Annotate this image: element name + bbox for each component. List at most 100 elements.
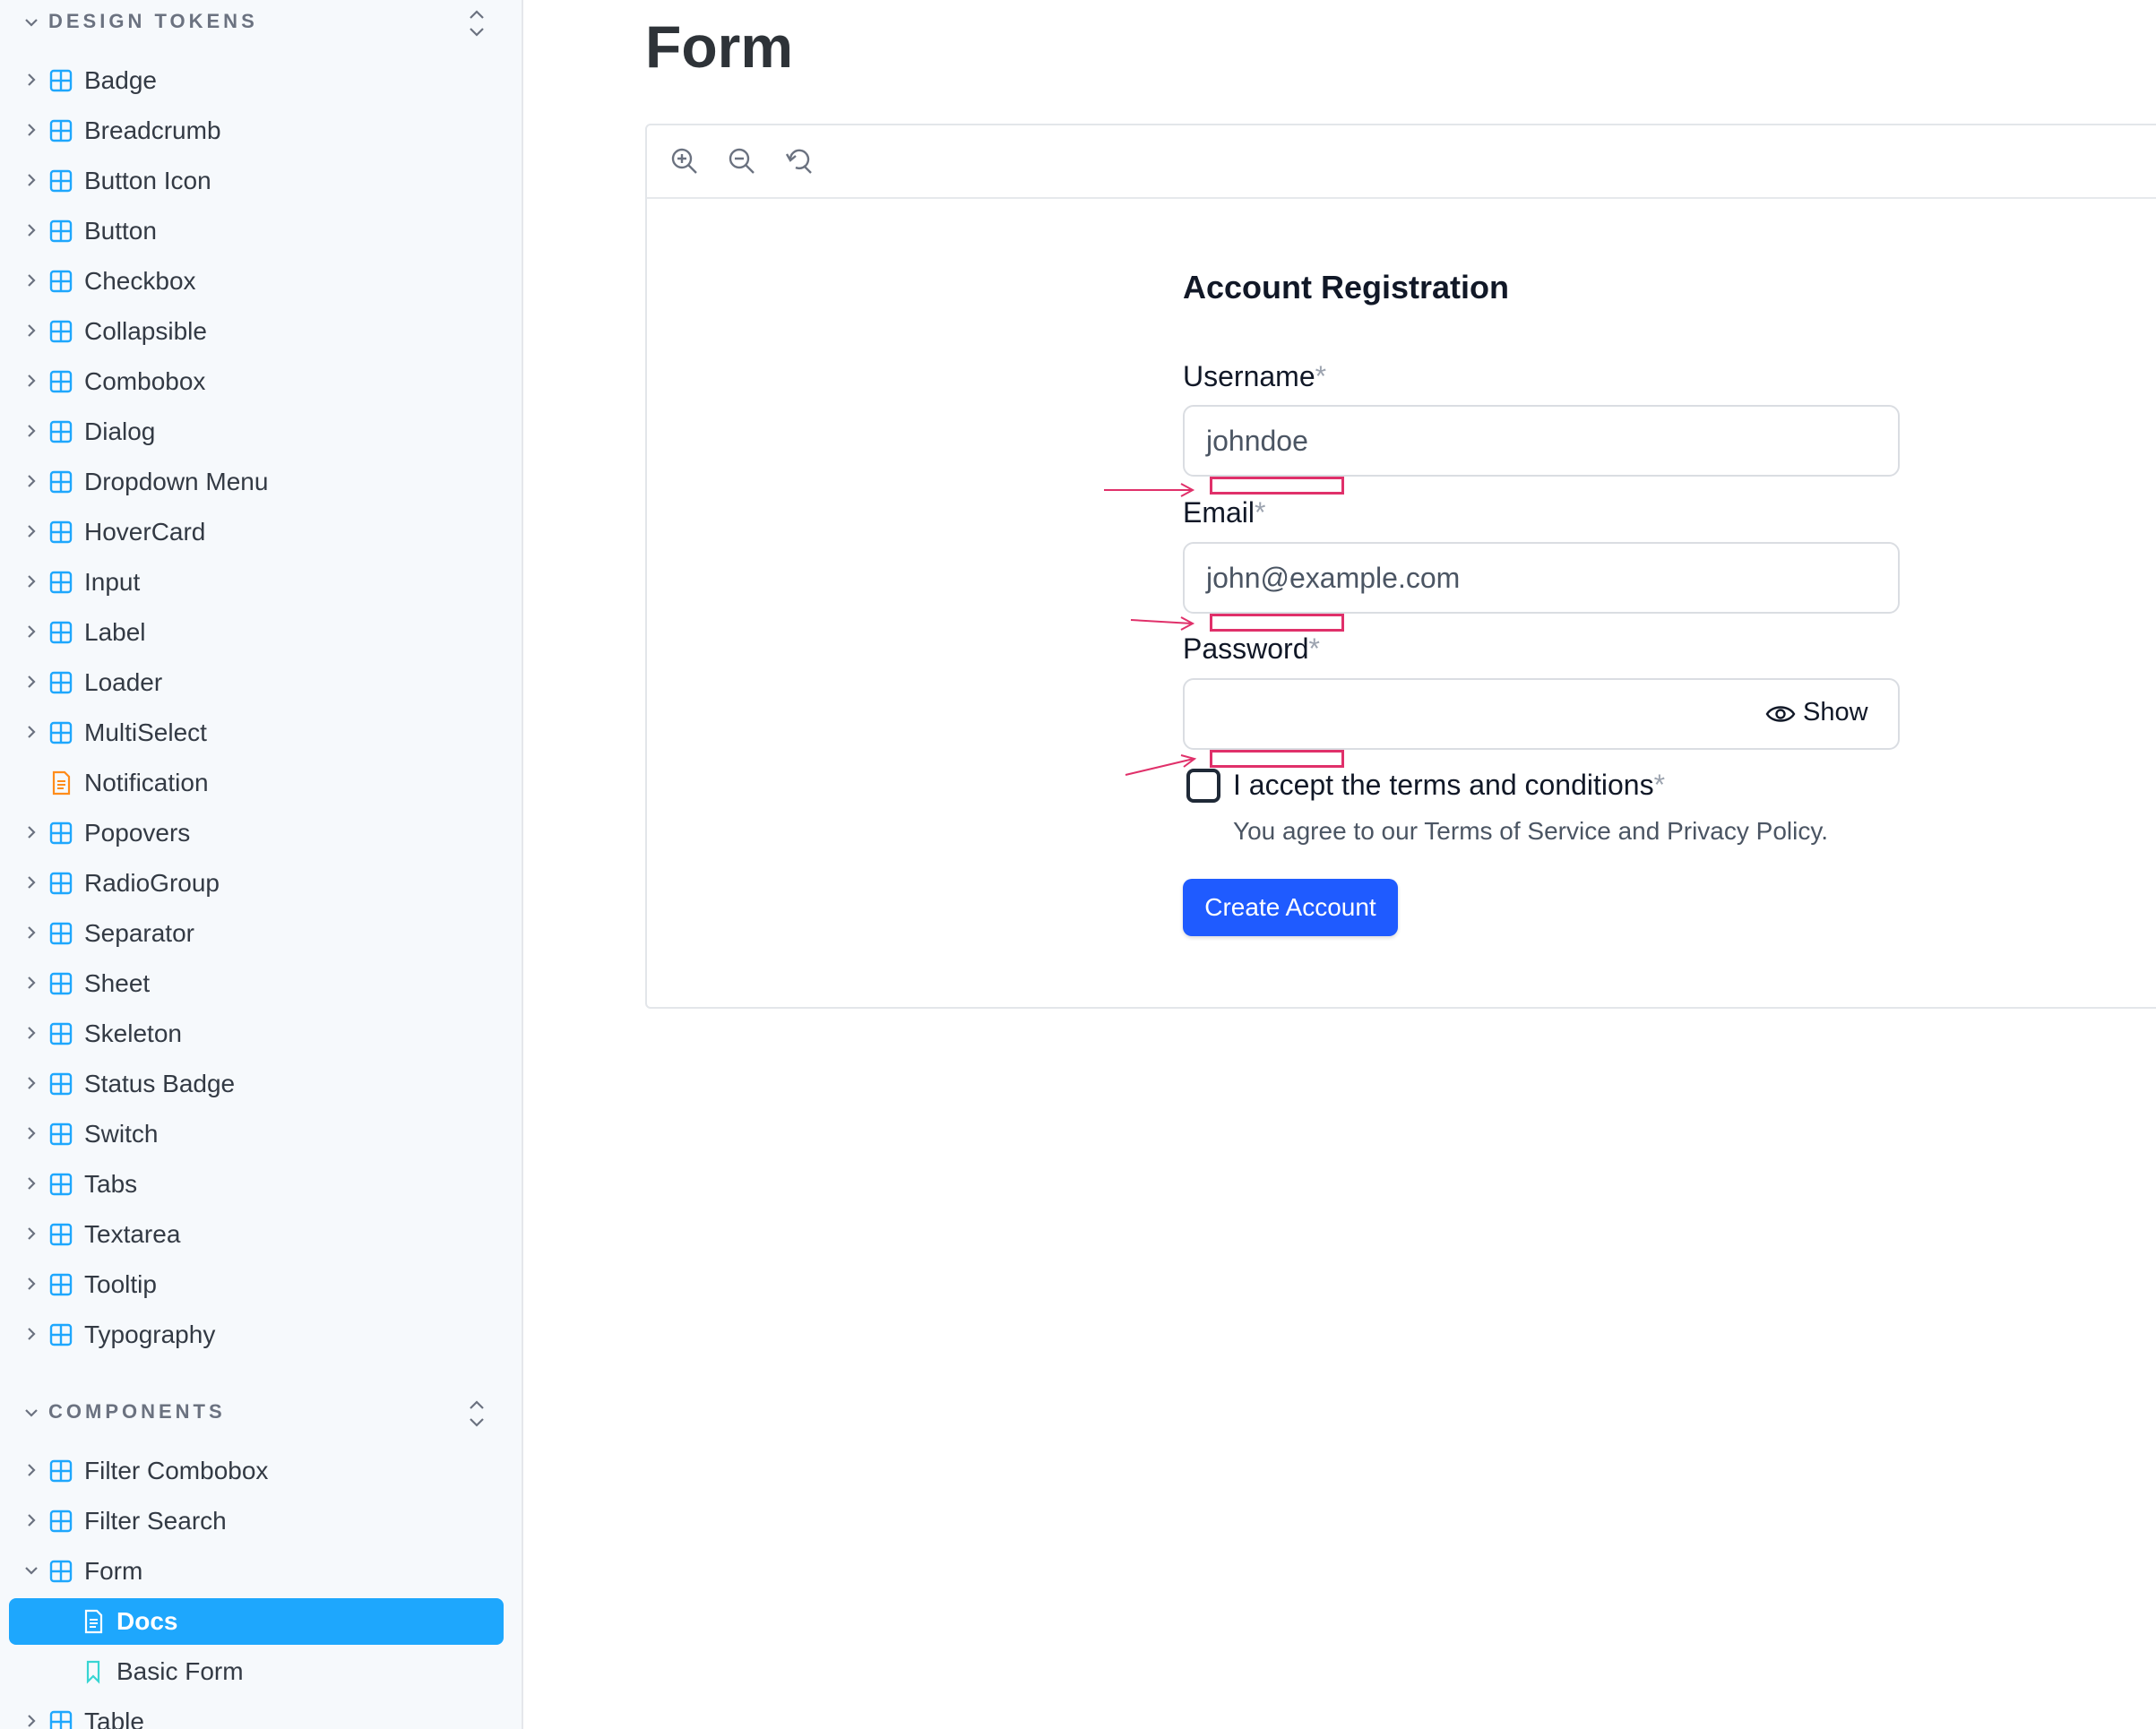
show-password-button[interactable]: Show — [1765, 698, 1873, 732]
sidebar-item-checkbox[interactable]: Checkbox — [0, 258, 522, 305]
page-title: Form — [645, 13, 793, 80]
component-icon — [49, 1123, 73, 1146]
collapse-expand-icon[interactable] — [464, 5, 489, 41]
zoom-in-icon[interactable] — [668, 145, 701, 177]
sidebar-item-sheet[interactable]: Sheet — [0, 960, 522, 1007]
sidebar-item-docs[interactable]: Docs — [9, 1598, 504, 1645]
eye-icon — [1765, 706, 1796, 722]
sidebar-item-button-icon[interactable]: Button Icon — [0, 158, 522, 204]
sidebar-item-label: Button — [84, 217, 157, 245]
required-mark: * — [1315, 360, 1327, 392]
sidebar-item-input[interactable]: Input — [0, 559, 522, 606]
sidebar-item-label: HoverCard — [84, 518, 206, 546]
sidebar-item-typography[interactable]: Typography — [0, 1312, 522, 1358]
sidebar-item-notification[interactable]: Notification — [0, 760, 522, 806]
sidebar-item-basic-form[interactable]: Basic Form — [0, 1648, 522, 1695]
component-icon — [49, 169, 73, 193]
sidebar-item-label: Separator — [84, 919, 194, 947]
collapse-expand-icon[interactable] — [464, 1396, 489, 1432]
chevron-right-icon — [28, 726, 36, 738]
sidebar-item-separator[interactable]: Separator — [0, 910, 522, 957]
chevron-right-icon — [28, 174, 36, 186]
sidebar-item-textarea[interactable]: Textarea — [0, 1211, 522, 1258]
component-icon — [49, 119, 73, 142]
username-input[interactable]: johndoe — [1183, 405, 1900, 477]
chevron-down-icon — [25, 1409, 38, 1417]
required-mark: * — [1653, 769, 1666, 801]
sidebar-item-label: Table — [84, 1707, 144, 1729]
sidebar-item-multiselect[interactable]: MultiSelect — [0, 710, 522, 756]
section-components[interactable]: COMPONENTS — [0, 1390, 522, 1437]
sidebar-item-label: Tabs — [84, 1170, 138, 1198]
sidebar-item-popovers[interactable]: Popovers — [0, 810, 522, 856]
required-mark: * — [1255, 496, 1266, 529]
create-account-button[interactable]: Create Account — [1183, 879, 1398, 936]
sidebar-item-tooltip[interactable]: Tooltip — [0, 1261, 522, 1308]
zoom-out-icon[interactable] — [726, 145, 758, 177]
email-input[interactable]: john@example.com — [1183, 542, 1900, 614]
terms-label[interactable]: I accept the terms and conditions* — [1233, 769, 1665, 802]
email-label: Email* — [1183, 496, 1266, 529]
sidebar-item-collapsible[interactable]: Collapsible — [0, 308, 522, 355]
terms-description: You agree to our Terms of Service and Pr… — [1233, 817, 1829, 845]
component-icon — [49, 320, 73, 343]
password-label: Password* — [1183, 632, 1320, 665]
sidebar-item-dropdown-menu[interactable]: Dropdown Menu — [0, 459, 522, 505]
sidebar-item-status-badge[interactable]: Status Badge — [0, 1061, 522, 1107]
component-icon — [49, 922, 73, 945]
sidebar-item-loader[interactable]: Loader — [0, 659, 522, 706]
chevron-right-icon — [28, 1277, 36, 1290]
chevron-down-icon — [25, 1567, 38, 1575]
password-error-highlight — [1210, 750, 1344, 768]
chevron-right-icon — [28, 1328, 36, 1340]
section-design-tokens[interactable]: DESIGN TOKENS — [0, 0, 522, 47]
sidebar-item-label: Basic Form — [116, 1657, 244, 1685]
sidebar-item-label: Breadcrumb — [84, 116, 221, 144]
component-icon — [49, 1072, 73, 1096]
document-icon — [84, 1609, 103, 1634]
sidebar-item-breadcrumb[interactable]: Breadcrumb — [0, 108, 522, 154]
bookmark-icon — [86, 1660, 100, 1684]
show-password-label: Show — [1803, 698, 1868, 727]
sidebar-item-label: Tooltip — [84, 1270, 157, 1298]
chevron-right-icon — [28, 324, 36, 337]
chevron-right-icon — [28, 425, 36, 437]
sidebar-item-radiogroup[interactable]: RadioGroup — [0, 860, 522, 907]
sidebar-item-form[interactable]: Form — [0, 1548, 522, 1595]
sidebar-item-label[interactable]: Label — [0, 609, 522, 656]
chevron-right-icon — [28, 1027, 36, 1039]
component-icon — [49, 1273, 73, 1296]
sidebar-item-combobox[interactable]: Combobox — [0, 358, 522, 405]
component-icon — [49, 219, 73, 243]
sidebar-item-table[interactable]: Table — [0, 1699, 522, 1729]
chevron-right-icon — [28, 1127, 36, 1140]
sidebar-item-tabs[interactable]: Tabs — [0, 1161, 522, 1208]
required-mark: * — [1308, 632, 1320, 665]
chevron-right-icon — [28, 1514, 36, 1527]
reset-zoom-icon[interactable] — [783, 145, 815, 177]
component-icon — [49, 420, 73, 443]
sidebar-item-button[interactable]: Button — [0, 208, 522, 254]
sidebar-item-label: Label — [84, 618, 146, 646]
sidebar-item-switch[interactable]: Switch — [0, 1111, 522, 1157]
sidebar-item-label: Typography — [84, 1320, 216, 1348]
component-icon — [49, 872, 73, 895]
sidebar-item-skeleton[interactable]: Skeleton — [0, 1011, 522, 1057]
sidebar-item-filter-search[interactable]: Filter Search — [0, 1498, 522, 1544]
sidebar-item-hovercard[interactable]: HoverCard — [0, 509, 522, 555]
sidebar-item-filter-combobox[interactable]: Filter Combobox — [0, 1448, 522, 1494]
section-title: DESIGN TOKENS — [48, 10, 258, 32]
sidebar-item-dialog[interactable]: Dialog — [0, 409, 522, 455]
sidebar-item-label: Popovers — [84, 819, 191, 847]
chevron-right-icon — [28, 1177, 36, 1190]
password-input[interactable]: Show — [1183, 678, 1900, 750]
section-title: COMPONENTS — [48, 1400, 226, 1423]
sidebar-item-label: Sheet — [84, 969, 151, 997]
sidebar-item-badge[interactable]: Badge — [0, 57, 522, 104]
terms-checkbox[interactable] — [1186, 769, 1220, 803]
email-value: john@example.com — [1206, 562, 1461, 594]
sidebar-item-label: Skeleton — [84, 1019, 182, 1047]
sidebar: DESIGN TOKENS Badge Breadcrumb Button Ic… — [0, 0, 523, 1729]
component-icon — [49, 69, 73, 92]
component-icon — [49, 621, 73, 644]
